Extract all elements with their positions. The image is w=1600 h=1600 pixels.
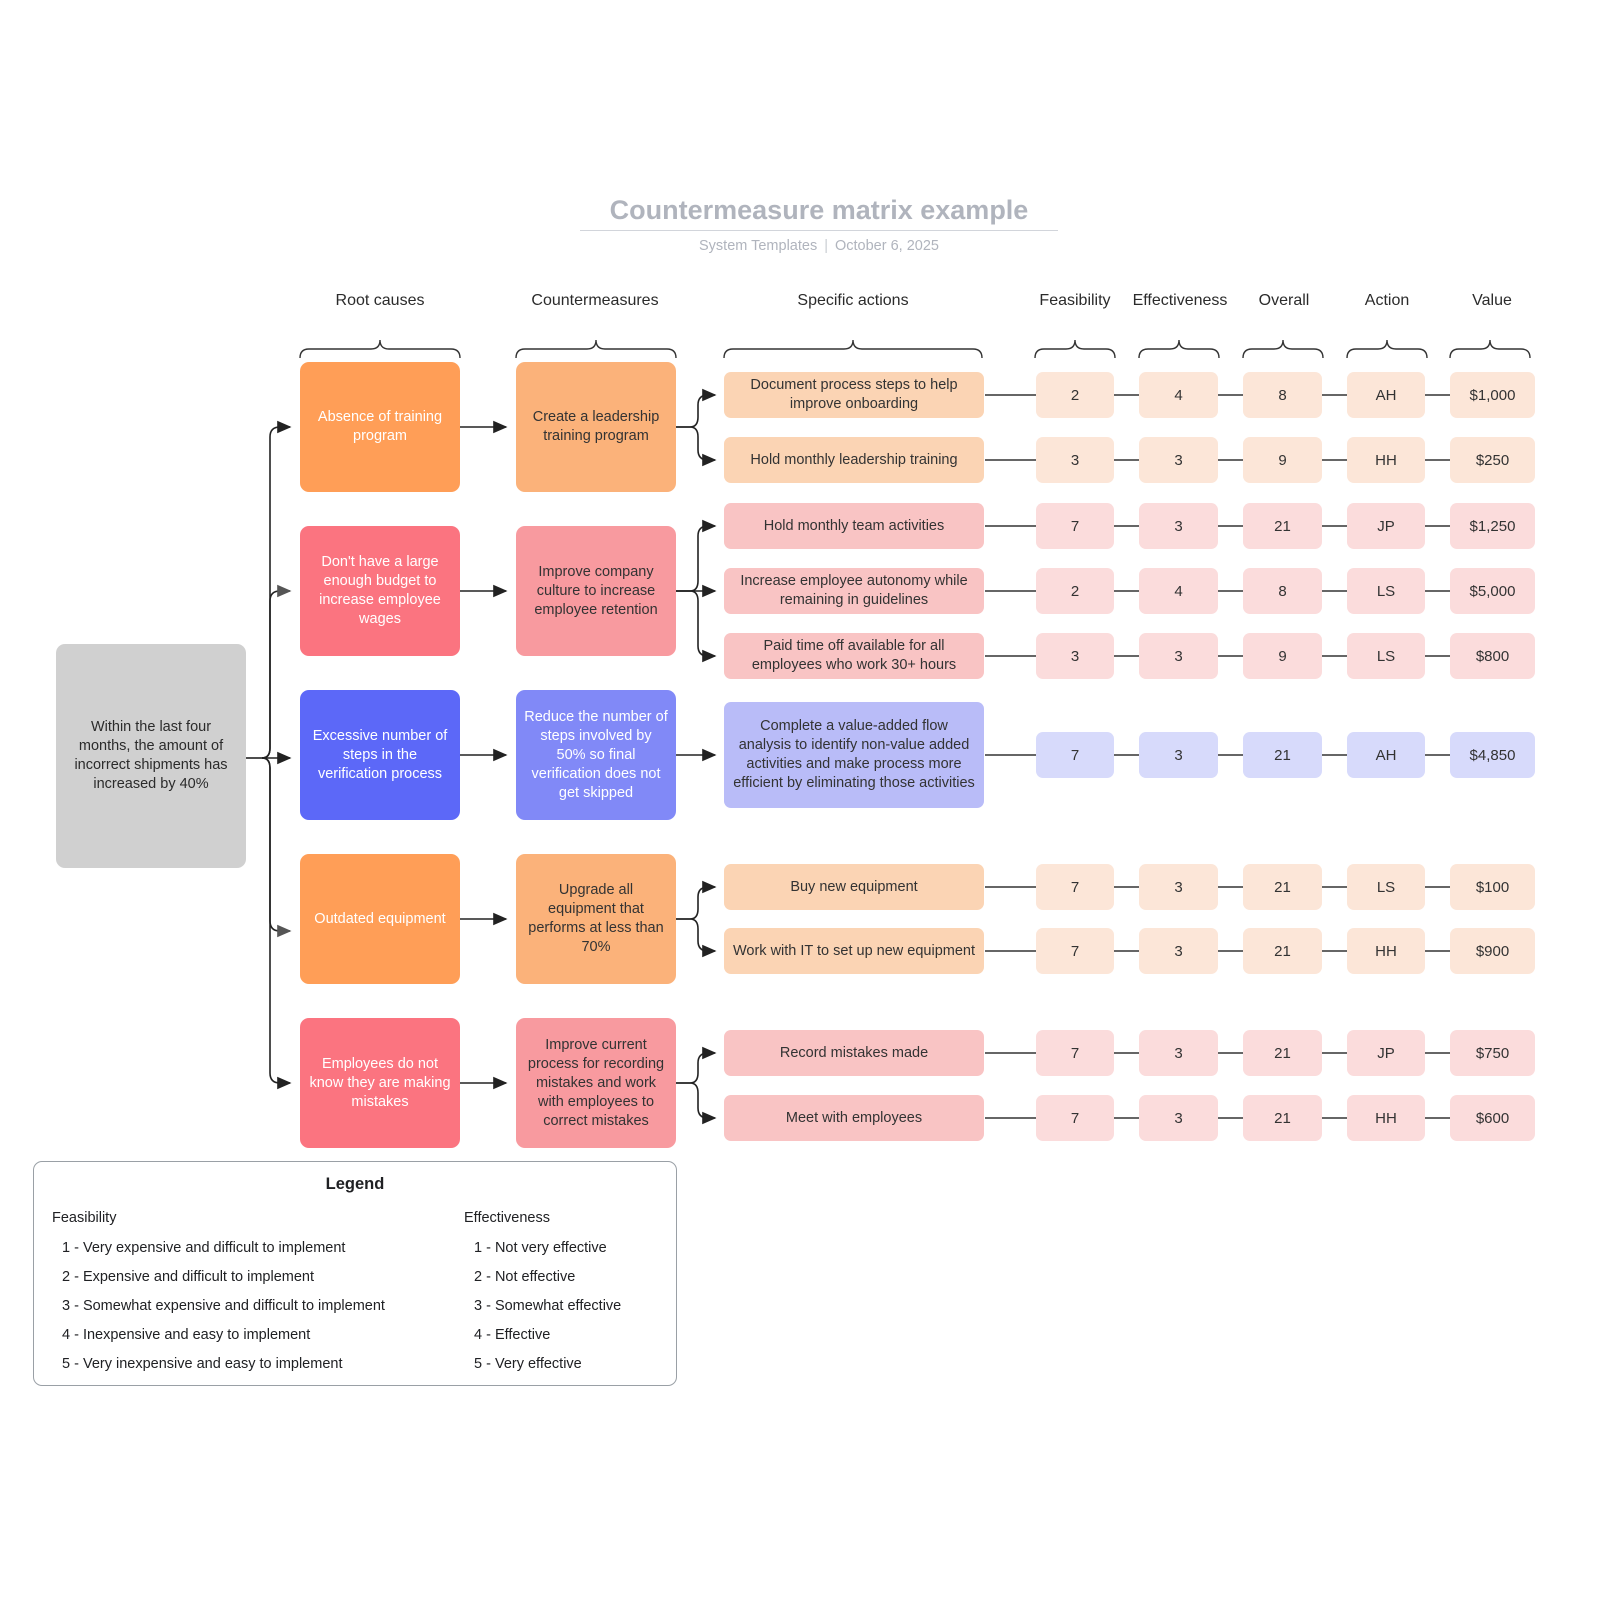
effectiveness-cell-4-1[interactable]: 3 xyxy=(1139,864,1218,910)
root-cause-box-2[interactable]: Don't have a large enough budget to incr… xyxy=(300,526,460,656)
value-cell-5-2[interactable]: $600 xyxy=(1450,1095,1535,1141)
value-cell-2-1[interactable]: $1,250 xyxy=(1450,503,1535,549)
subtitle-author: System Templates xyxy=(699,238,818,254)
legend-feasibility-column: Feasibility 1 - Very expensive and diffi… xyxy=(52,1210,464,1379)
legend-feasibility-heading: Feasibility xyxy=(52,1210,117,1226)
value-cell-1-2[interactable]: $250 xyxy=(1450,437,1535,483)
page-title: Countermeasure matrix example xyxy=(609,195,1029,225)
countermeasure-box-2[interactable]: Improve company culture to increase empl… xyxy=(516,526,676,656)
overall-cell-1-1[interactable]: 8 xyxy=(1243,372,1322,418)
column-header-specific-actions: Specific actions xyxy=(797,292,909,309)
legend-feasibility-item-5: 5 - Very inexpensive and easy to impleme… xyxy=(62,1356,343,1372)
legend-effectiveness-item-2: 2 - Not effective xyxy=(474,1269,576,1285)
legend-panel: Legend Feasibility 1 - Very expensive an… xyxy=(33,1161,677,1386)
overall-cell-2-2[interactable]: 8 xyxy=(1243,568,1322,614)
root-cause-box-4[interactable]: Outdated equipment xyxy=(300,854,460,984)
title-divider xyxy=(580,230,1058,231)
action-owner-cell-4-2[interactable]: HH xyxy=(1347,928,1425,974)
feasibility-cell-5-1[interactable]: 7 xyxy=(1036,1030,1114,1076)
legend-title: Legend xyxy=(325,1175,385,1193)
specific-action-box-4-2[interactable]: Work with IT to set up new equipment xyxy=(724,928,984,974)
specific-action-box-3-1[interactable]: Complete a value-added flow analysis to … xyxy=(724,702,984,808)
action-owner-cell-5-1[interactable]: JP xyxy=(1347,1030,1425,1076)
value-cell-1-1[interactable]: $1,000 xyxy=(1450,372,1535,418)
effectiveness-cell-3-1[interactable]: 3 xyxy=(1139,732,1218,778)
legend-feasibility-item-3: 3 - Somewhat expensive and difficult to … xyxy=(62,1298,385,1314)
subtitle-date: October 6, 2025 xyxy=(834,238,939,254)
action-owner-cell-3-1[interactable]: AH xyxy=(1347,732,1425,778)
legend-effectiveness-item-5: 5 - Very effective xyxy=(474,1356,582,1372)
overall-cell-2-3[interactable]: 9 xyxy=(1243,633,1322,679)
legend-effectiveness-item-4: 4 - Effective xyxy=(474,1327,551,1343)
legend-effectiveness-column: Effectiveness 1 - Not very effective 2 -… xyxy=(464,1210,674,1379)
overall-cell-5-2[interactable]: 21 xyxy=(1243,1095,1322,1141)
feasibility-cell-5-2[interactable]: 7 xyxy=(1036,1095,1114,1141)
action-owner-cell-4-1[interactable]: LS xyxy=(1347,864,1425,910)
overall-cell-5-1[interactable]: 21 xyxy=(1243,1030,1322,1076)
overall-cell-3-1[interactable]: 21 xyxy=(1243,732,1322,778)
title-block: Countermeasure matrix example System Tem… xyxy=(580,193,1058,254)
legend-feasibility-item-4: 4 - Inexpensive and easy to implement xyxy=(62,1327,311,1343)
specific-action-box-5-2[interactable]: Meet with employees xyxy=(724,1095,984,1141)
action-owner-cell-2-3[interactable]: LS xyxy=(1347,633,1425,679)
legend-effectiveness-heading: Effectiveness xyxy=(464,1210,550,1226)
subtitle: System Templates | October 6, 2025 xyxy=(580,238,1058,254)
overall-cell-1-2[interactable]: 9 xyxy=(1243,437,1322,483)
value-cell-4-1[interactable]: $100 xyxy=(1450,864,1535,910)
value-cell-3-1[interactable]: $4,850 xyxy=(1450,732,1535,778)
effectiveness-cell-5-2[interactable]: 3 xyxy=(1139,1095,1218,1141)
effectiveness-cell-4-2[interactable]: 3 xyxy=(1139,928,1218,974)
specific-action-box-4-1[interactable]: Buy new equipment xyxy=(724,864,984,910)
legend-effectiveness-item-1: 1 - Not very effective xyxy=(474,1240,607,1256)
action-owner-cell-2-1[interactable]: JP xyxy=(1347,503,1425,549)
feasibility-cell-4-2[interactable]: 7 xyxy=(1036,928,1114,974)
effectiveness-cell-1-2[interactable]: 3 xyxy=(1139,437,1218,483)
problem-statement-box[interactable]: Within the last four months, the amount … xyxy=(56,644,246,868)
action-owner-cell-5-2[interactable]: HH xyxy=(1347,1095,1425,1141)
feasibility-cell-3-1[interactable]: 7 xyxy=(1036,732,1114,778)
countermeasure-box-3[interactable]: Reduce the number of steps involved by 5… xyxy=(516,690,676,820)
effectiveness-cell-1-1[interactable]: 4 xyxy=(1139,372,1218,418)
value-cell-5-1[interactable]: $750 xyxy=(1450,1030,1535,1076)
legend-feasibility-item-2: 2 - Expensive and difficult to implement xyxy=(62,1269,315,1285)
overall-cell-4-1[interactable]: 21 xyxy=(1243,864,1322,910)
countermeasure-box-1[interactable]: Create a leadership training program xyxy=(516,362,676,492)
action-owner-cell-2-2[interactable]: LS xyxy=(1347,568,1425,614)
root-cause-box-1[interactable]: Absence of training program xyxy=(300,362,460,492)
legend-feasibility-item-1: 1 - Very expensive and difficult to impl… xyxy=(62,1240,346,1256)
overall-cell-2-1[interactable]: 21 xyxy=(1243,503,1322,549)
countermeasure-box-5[interactable]: Improve current process for recording mi… xyxy=(516,1018,676,1148)
specific-action-box-2-2[interactable]: Increase employee autonomy while remaini… xyxy=(724,568,984,614)
column-header-countermeasures: Countermeasures xyxy=(531,292,659,309)
specific-action-box-1-1[interactable]: Document process steps to help improve o… xyxy=(724,372,984,418)
root-cause-box-3[interactable]: Excessive number of steps in the verific… xyxy=(300,690,460,820)
feasibility-cell-1-1[interactable]: 2 xyxy=(1036,372,1114,418)
feasibility-cell-2-1[interactable]: 7 xyxy=(1036,503,1114,549)
specific-action-box-2-3[interactable]: Paid time off available for all employee… xyxy=(724,633,984,679)
effectiveness-cell-5-1[interactable]: 3 xyxy=(1139,1030,1218,1076)
column-header-value: Value xyxy=(1472,292,1512,309)
root-cause-box-5[interactable]: Employees do not know they are making mi… xyxy=(300,1018,460,1148)
value-cell-2-3[interactable]: $800 xyxy=(1450,633,1535,679)
value-cell-4-2[interactable]: $900 xyxy=(1450,928,1535,974)
specific-action-box-2-1[interactable]: Hold monthly team activities xyxy=(724,503,984,549)
effectiveness-cell-2-2[interactable]: 4 xyxy=(1139,568,1218,614)
column-header-root-causes: Root causes xyxy=(335,292,425,309)
countermeasure-box-4[interactable]: Upgrade all equipment that performs at l… xyxy=(516,854,676,984)
action-owner-cell-1-1[interactable]: AH xyxy=(1347,372,1425,418)
specific-action-box-5-1[interactable]: Record mistakes made xyxy=(724,1030,984,1076)
effectiveness-cell-2-3[interactable]: 3 xyxy=(1139,633,1218,679)
diagram-canvas: Countermeasure matrix example System Tem… xyxy=(0,0,1600,1600)
subtitle-separator: | xyxy=(824,238,828,254)
overall-cell-4-2[interactable]: 21 xyxy=(1243,928,1322,974)
specific-action-box-1-2[interactable]: Hold monthly leadership training xyxy=(724,437,984,483)
feasibility-cell-2-2[interactable]: 2 xyxy=(1036,568,1114,614)
value-cell-2-2[interactable]: $5,000 xyxy=(1450,568,1535,614)
legend-effectiveness-item-3: 3 - Somewhat effective xyxy=(474,1298,622,1314)
action-owner-cell-1-2[interactable]: HH xyxy=(1347,437,1425,483)
feasibility-cell-2-3[interactable]: 3 xyxy=(1036,633,1114,679)
feasibility-cell-1-2[interactable]: 3 xyxy=(1036,437,1114,483)
effectiveness-cell-2-1[interactable]: 3 xyxy=(1139,503,1218,549)
feasibility-cell-4-1[interactable]: 7 xyxy=(1036,864,1114,910)
